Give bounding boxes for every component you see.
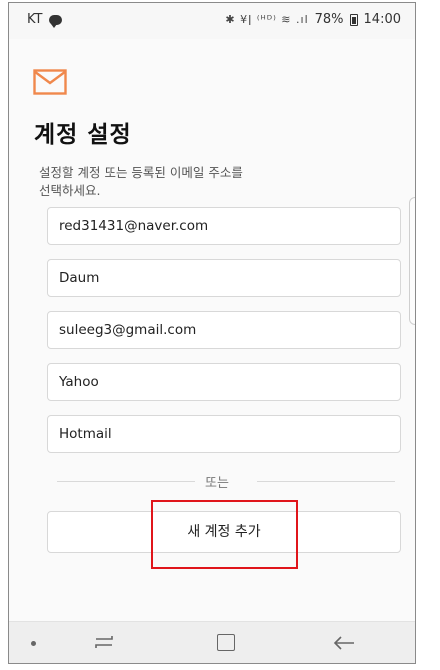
highlight-annotation — [151, 500, 298, 569]
status-icons: ✱ ¥ǀ ⁽ᴴᴰ⁾ ≋ .ıl — [225, 13, 309, 26]
navigation-bar — [9, 621, 415, 663]
battery-percent: 78% — [314, 12, 344, 27]
divider-line-left — [57, 481, 195, 482]
clock: 14:00 — [363, 12, 401, 27]
recent-apps-icon[interactable] — [93, 632, 115, 652]
nav-dot-icon[interactable] — [31, 641, 36, 646]
page-title: 계정 설정 — [34, 122, 132, 148]
battery-icon — [349, 13, 358, 26]
back-icon[interactable] — [333, 634, 355, 652]
chat-icon — [49, 14, 63, 28]
account-option[interactable]: suleeg3@gmail.com — [47, 311, 401, 349]
divider-line-right — [257, 481, 395, 482]
side-scroll-handle[interactable] — [409, 197, 415, 325]
mail-icon — [33, 69, 67, 95]
account-option[interactable]: Yahoo — [47, 363, 401, 401]
home-icon[interactable] — [217, 634, 235, 651]
carrier-label: KT — [27, 12, 43, 27]
account-option[interactable]: Daum — [47, 259, 401, 297]
status-bar: KT ✱ ¥ǀ ⁽ᴴᴰ⁾ ≋ .ıl 78% 14:00 — [9, 3, 415, 39]
divider-label: 또는 — [205, 476, 229, 491]
phone-screen: KT ✱ ¥ǀ ⁽ᴴᴰ⁾ ≋ .ıl 78% 14:00 계정 설정 설정할 계… — [8, 2, 416, 664]
account-option[interactable]: Hotmail — [47, 415, 401, 453]
instruction-text: 설정할 계정 또는 등록된 이메일 주소를 선택하세요. — [39, 165, 243, 198]
account-option[interactable]: red31431@naver.com — [47, 207, 401, 245]
